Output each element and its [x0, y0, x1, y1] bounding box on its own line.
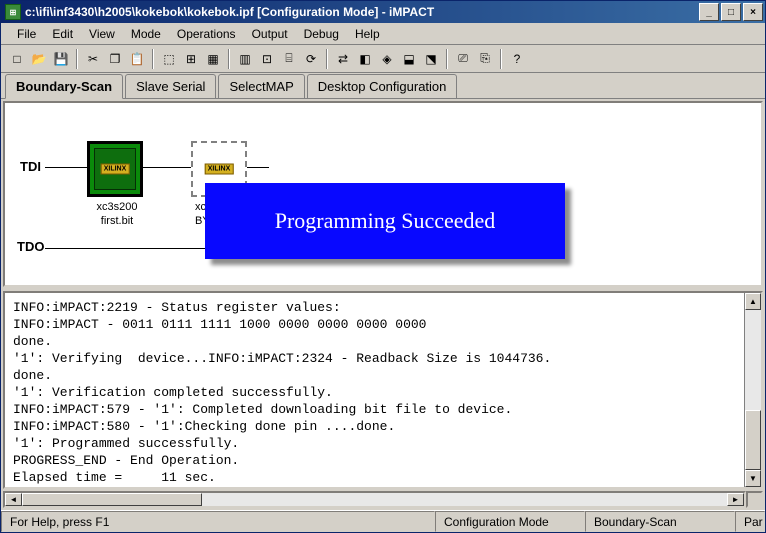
menu-mode[interactable]: Mode [123, 25, 169, 43]
tool-icon[interactable]: ⎘ [475, 49, 495, 69]
window-title: c:\ifi\inf3430\h2005\kokebok\kokebok.ipf… [25, 5, 697, 19]
app-window: ⊞ c:\ifi\inf3430\h2005\kokebok\kokebok.i… [0, 0, 766, 533]
separator [500, 49, 502, 69]
log-panel: INFO:iMPACT:2219 - Status register value… [3, 291, 763, 489]
scroll-left-icon[interactable]: ◄ [5, 493, 22, 506]
titlebar: ⊞ c:\ifi\inf3430\h2005\kokebok\kokebok.i… [1, 1, 765, 23]
menu-output[interactable]: Output [244, 25, 296, 43]
tool-icon[interactable]: ⊡ [257, 49, 277, 69]
tool-icon[interactable]: ▥ [235, 49, 255, 69]
tabstrip: Boundary-Scan Slave Serial SelectMAP Des… [1, 73, 765, 99]
menu-view[interactable]: View [81, 25, 123, 43]
tool-icon[interactable]: ⟳ [301, 49, 321, 69]
tool-icon[interactable]: ▦ [203, 49, 223, 69]
menu-operations[interactable]: Operations [169, 25, 244, 43]
app-icon: ⊞ [5, 4, 21, 20]
menu-file[interactable]: File [9, 25, 44, 43]
wire [45, 248, 205, 249]
tool-icon[interactable]: ⬓ [399, 49, 419, 69]
scroll-thumb[interactable] [22, 493, 202, 506]
new-icon[interactable]: □ [7, 49, 27, 69]
separator [228, 49, 230, 69]
menu-debug[interactable]: Debug [296, 25, 347, 43]
tab-desktop-config[interactable]: Desktop Configuration [307, 74, 458, 98]
device-chip-1[interactable]: XILINX [87, 141, 143, 197]
chip1-name: xc3s200 [77, 201, 157, 213]
separator [76, 49, 78, 69]
save-icon[interactable]: 💾 [51, 49, 71, 69]
tool-icon[interactable]: ◧ [355, 49, 375, 69]
banner-text: Programming Succeeded [275, 208, 496, 234]
menu-help[interactable]: Help [347, 25, 388, 43]
tab-slave-serial[interactable]: Slave Serial [125, 74, 216, 98]
tab-boundary-scan[interactable]: Boundary-Scan [5, 74, 123, 99]
chip1-file: first.bit [77, 215, 157, 227]
tool-icon[interactable]: ⇄ [333, 49, 353, 69]
xilinx-logo-icon: XILINX [205, 164, 234, 175]
scroll-track[interactable] [22, 493, 727, 506]
close-button[interactable]: × [743, 3, 763, 21]
help-icon[interactable]: ? [507, 49, 527, 69]
status-banner: Programming Succeeded [205, 183, 565, 259]
tool-icon[interactable]: ⊞ [181, 49, 201, 69]
separator [152, 49, 154, 69]
tdo-label: TDO [17, 239, 44, 254]
tool-icon[interactable]: ⎚ [453, 49, 473, 69]
scan-canvas[interactable]: TDI TDO XILINX xc3s200 first.bit XILINX … [3, 101, 763, 287]
xilinx-logo-icon: XILINX [101, 164, 130, 175]
scroll-up-icon[interactable]: ▲ [745, 293, 761, 310]
status-scan: Boundary-Scan [585, 511, 735, 532]
menu-edit[interactable]: Edit [44, 25, 81, 43]
tdi-label: TDI [20, 159, 41, 174]
vertical-scrollbar[interactable]: ▲ ▼ [744, 293, 761, 487]
wire [45, 167, 87, 168]
tool-icon[interactable]: ⬔ [421, 49, 441, 69]
minimize-button[interactable]: _ [699, 3, 719, 21]
tool-icon[interactable]: ⬚ [159, 49, 179, 69]
scroll-track[interactable] [745, 310, 761, 470]
status-mode: Configuration Mode [435, 511, 585, 532]
scroll-thumb[interactable] [745, 410, 761, 470]
status-extra: Par [735, 511, 765, 532]
paste-icon[interactable]: 📋 [127, 49, 147, 69]
wire [143, 167, 191, 168]
log-output[interactable]: INFO:iMPACT:2219 - Status register value… [5, 293, 744, 487]
cut-icon[interactable]: ✂ [83, 49, 103, 69]
maximize-button[interactable]: □ [721, 3, 741, 21]
copy-icon[interactable]: ❐ [105, 49, 125, 69]
toolbar: □ 📂 💾 ✂ ❐ 📋 ⬚ ⊞ ▦ ▥ ⊡ ⌸ ⟳ ⇄ ◧ ◈ ⬓ ⬔ ⎚ ⎘ … [1, 45, 765, 73]
scroll-right-icon[interactable]: ► [727, 493, 744, 506]
tab-selectmap[interactable]: SelectMAP [218, 74, 304, 98]
menubar: File Edit View Mode Operations Output De… [1, 23, 765, 45]
horizontal-scrollbar[interactable]: ◄ ► [3, 491, 746, 508]
statusbar: For Help, press F1 Configuration Mode Bo… [1, 510, 765, 532]
open-icon[interactable]: 📂 [29, 49, 49, 69]
separator [446, 49, 448, 69]
separator [326, 49, 328, 69]
wire [247, 167, 269, 168]
tool-icon[interactable]: ◈ [377, 49, 397, 69]
status-help: For Help, press F1 [1, 511, 435, 532]
tool-icon[interactable]: ⌸ [279, 49, 299, 69]
resize-grip[interactable] [746, 491, 763, 508]
scroll-down-icon[interactable]: ▼ [745, 470, 761, 487]
